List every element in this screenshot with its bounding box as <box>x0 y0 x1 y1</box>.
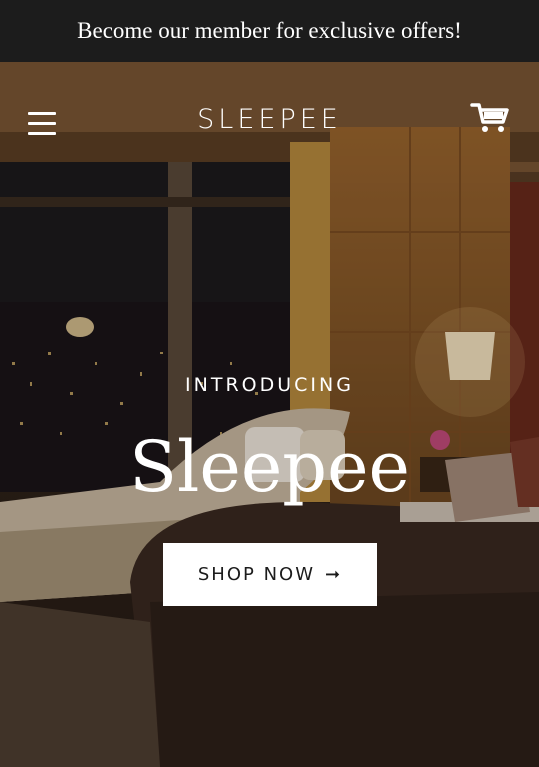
arrow-right-icon: ➞ <box>325 564 343 585</box>
shop-now-label: SHOP NOW <box>197 564 316 585</box>
hero-section: SLEEPEE INTRODUCING Sleepee SHOP NOW ➞ <box>0 62 539 767</box>
announcement-bar: Become our member for exclusive offers! <box>0 0 539 62</box>
hero-background-image <box>0 62 539 767</box>
hero-eyebrow: INTRODUCING <box>185 374 354 396</box>
site-logo[interactable]: SLEEPEE <box>0 104 539 135</box>
shop-now-button[interactable]: SHOP NOW ➞ <box>163 543 377 606</box>
hero-headline: Sleepee <box>129 426 410 508</box>
shopping-cart-icon[interactable] <box>470 102 510 134</box>
announcement-text: Become our member for exclusive offers! <box>77 18 462 43</box>
